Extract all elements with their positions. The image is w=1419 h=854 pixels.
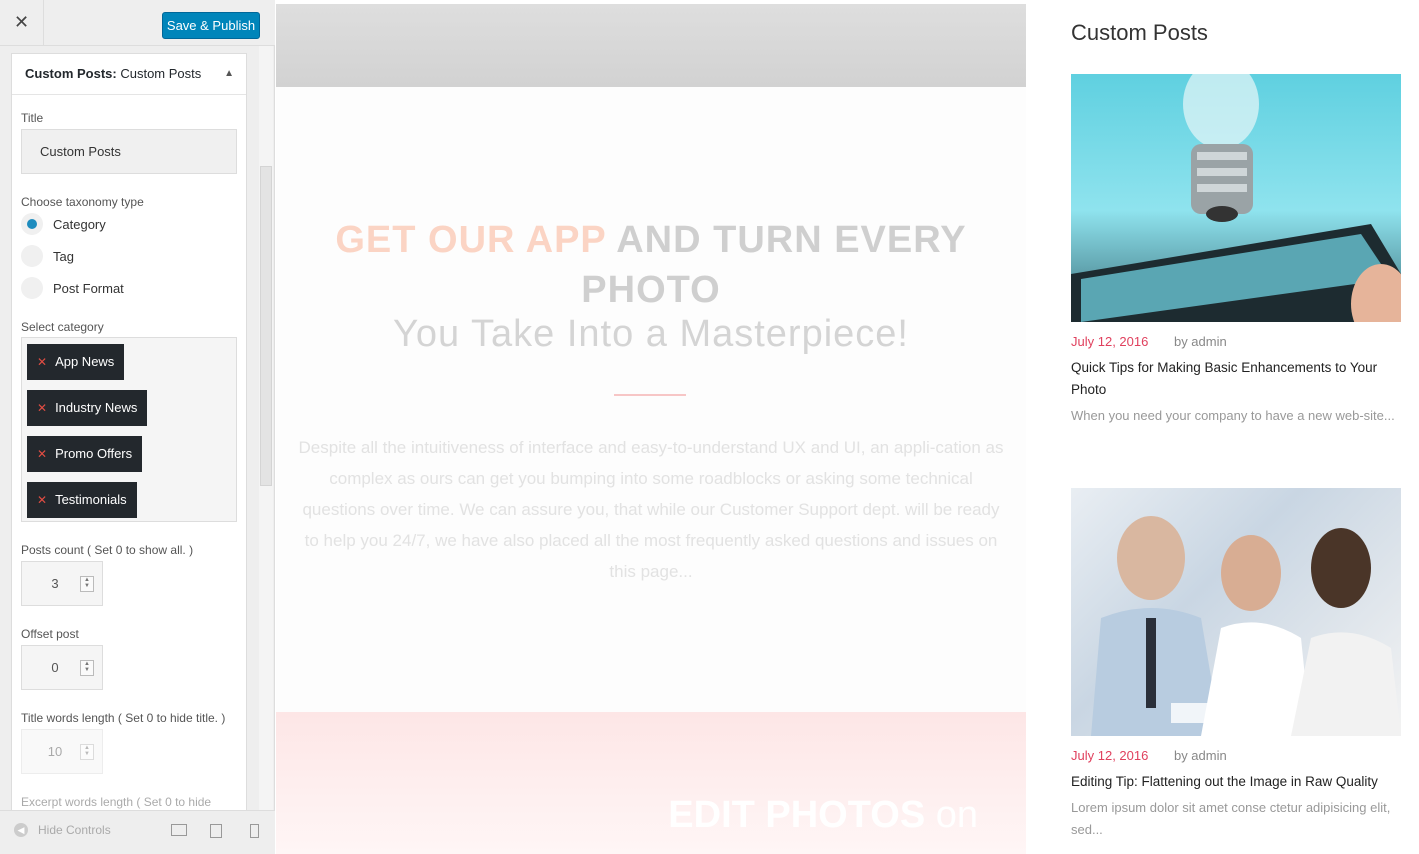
post-date[interactable]: July 12, 2016: [1071, 748, 1148, 763]
offset-value: 0: [51, 660, 59, 675]
title-words-label: Title words length ( Set 0 to hide title…: [21, 711, 226, 725]
chip-label: Testimonials: [55, 492, 127, 507]
spinner-icon[interactable]: ▲ ▼: [80, 576, 94, 592]
post-author[interactable]: by admin: [1174, 334, 1227, 349]
mobile-icon[interactable]: [250, 824, 259, 838]
posts-count-input[interactable]: 3 ▲ ▼: [21, 561, 103, 606]
radio-tag[interactable]: Tag: [21, 244, 74, 268]
category-multiselect[interactable]: ✕ App News ✕ Industry News ✕ Promo Offers ✕…: [21, 337, 237, 522]
hero-section: GET OUR APP AND TURN EVERY PHOTO You Tak…: [276, 87, 1026, 712]
excerpt-words-label: Excerpt words length ( Set 0 to hide exc…: [21, 795, 212, 810]
radio-label: Tag: [53, 248, 74, 264]
radio-category[interactable]: Category: [21, 212, 106, 236]
band-heading-bold: EDIT PHOTOS: [668, 794, 926, 836]
hide-controls-label: Hide Controls: [38, 823, 111, 837]
hero-body-text: Despite all the intuitiveness of interfa…: [298, 438, 1004, 581]
customizer-sidebar: ✕ Save & Publish Custom Posts: Custom Po…: [0, 0, 275, 854]
category-label: Select category: [21, 320, 104, 334]
sidebar-scrollbar[interactable]: [259, 46, 273, 810]
taxonomy-label: Choose taxonomy type: [21, 195, 144, 209]
widget-panel-header[interactable]: Custom Posts: Custom Posts ▲: [12, 54, 246, 95]
controls-scroll-area[interactable]: Custom Posts: Custom Posts ▲ Title Custo…: [0, 46, 275, 810]
radio-label: Post Format: [53, 280, 124, 296]
headline-rest: AND TURN EVERY PHOTO: [581, 219, 967, 311]
chip-label: Industry News: [55, 400, 138, 415]
post-title[interactable]: Quick Tips for Making Basic Enhancements…: [1071, 357, 1401, 401]
remove-icon[interactable]: ✕: [37, 390, 47, 426]
post-title[interactable]: Editing Tip: Flattening out the Image in…: [1071, 771, 1401, 793]
title-input[interactable]: Custom Posts: [21, 129, 237, 174]
band-heading: EDIT PHOTOS on: [668, 794, 978, 837]
desktop-icon[interactable]: [171, 824, 187, 836]
radio-post-format[interactable]: Post Format: [21, 276, 124, 300]
spinner-icon[interactable]: ▲ ▼: [80, 660, 94, 676]
widget-panel: Custom Posts: Custom Posts ▲ Title Custo…: [11, 53, 247, 810]
category-chip: ✕ Industry News: [27, 390, 148, 426]
hero-headline: GET OUR APP AND TURN EVERY PHOTO: [316, 215, 986, 315]
post-author[interactable]: by admin: [1174, 748, 1227, 763]
post-date[interactable]: July 12, 2016: [1071, 334, 1148, 349]
save-publish-button[interactable]: Save & Publish: [162, 12, 260, 39]
remove-icon[interactable]: ✕: [37, 344, 47, 380]
widget-title: Custom Posts: [1071, 20, 1208, 45]
post-card: July 12, 2016 by admin Quick Tips for Ma…: [1071, 74, 1401, 427]
post-card: July 12, 2016 by admin Editing Tip: Flat…: [1071, 488, 1401, 841]
collapse-arrow-icon: ◀: [14, 823, 28, 837]
radio-label: Category: [53, 216, 106, 232]
radio-checked-icon[interactable]: [21, 213, 43, 235]
radio-unchecked-icon[interactable]: [21, 277, 43, 299]
customizer-header: ✕ Save & Publish: [0, 0, 275, 46]
post-image[interactable]: [1071, 74, 1401, 322]
remove-icon[interactable]: ✕: [37, 482, 47, 518]
post-image[interactable]: [1071, 488, 1401, 736]
tablet-icon[interactable]: [210, 824, 222, 838]
post-excerpt: When you need your company to have a new…: [1071, 408, 1395, 423]
chip-label: App News: [55, 354, 115, 369]
radio-unchecked-icon[interactable]: [21, 245, 43, 267]
scrollbar-thumb[interactable]: [260, 166, 272, 486]
title-words-input[interactable]: 10 ▲ ▼: [21, 729, 103, 774]
posts-count-label: Posts count ( Set 0 to show all. ): [21, 543, 194, 557]
category-chip: ✕ Promo Offers: [27, 436, 143, 472]
category-chip: ✕ App News: [27, 344, 125, 380]
offset-label: Offset post: [21, 627, 79, 641]
hero-top-image: [276, 4, 1026, 87]
close-icon[interactable]: ✕: [0, 0, 44, 45]
headline-accent: GET OUR APP: [335, 219, 607, 261]
posts-count-value: 3: [51, 576, 59, 591]
business-people-photo: [1091, 516, 1401, 736]
hide-controls-button[interactable]: ◀ Hide Controls: [14, 823, 111, 837]
band-heading-light: on: [925, 794, 978, 836]
lightbulb-photo: [1071, 74, 1401, 322]
widget-type: Custom Posts:: [25, 66, 117, 81]
customizer-footer: ◀ Hide Controls: [0, 810, 275, 854]
offset-input[interactable]: 0 ▲ ▼: [21, 645, 103, 690]
post-meta: July 12, 2016 by admin: [1071, 748, 1401, 763]
hero-subheadline: You Take Into a Masterpiece!: [393, 313, 909, 355]
hero-divider: [614, 394, 686, 396]
spinner-icon[interactable]: ▲ ▼: [80, 744, 94, 760]
feature-band: EDIT PHOTOS on: [276, 712, 1026, 854]
category-chip: ✕ Testimonials: [27, 482, 137, 518]
chip-label: Promo Offers: [55, 446, 133, 461]
site-preview: GET OUR APP AND TURN EVERY PHOTO You Tak…: [276, 0, 1419, 854]
post-excerpt: Lorem ipsum dolor sit amet conse ctetur …: [1071, 800, 1391, 837]
title-words-value: 10: [47, 744, 63, 759]
remove-icon[interactable]: ✕: [37, 436, 47, 472]
post-meta: July 12, 2016 by admin: [1071, 334, 1401, 349]
title-label: Title: [21, 111, 44, 125]
widget-name: Custom Posts: [116, 66, 202, 81]
collapse-arrow-icon[interactable]: ▲: [224, 54, 234, 94]
